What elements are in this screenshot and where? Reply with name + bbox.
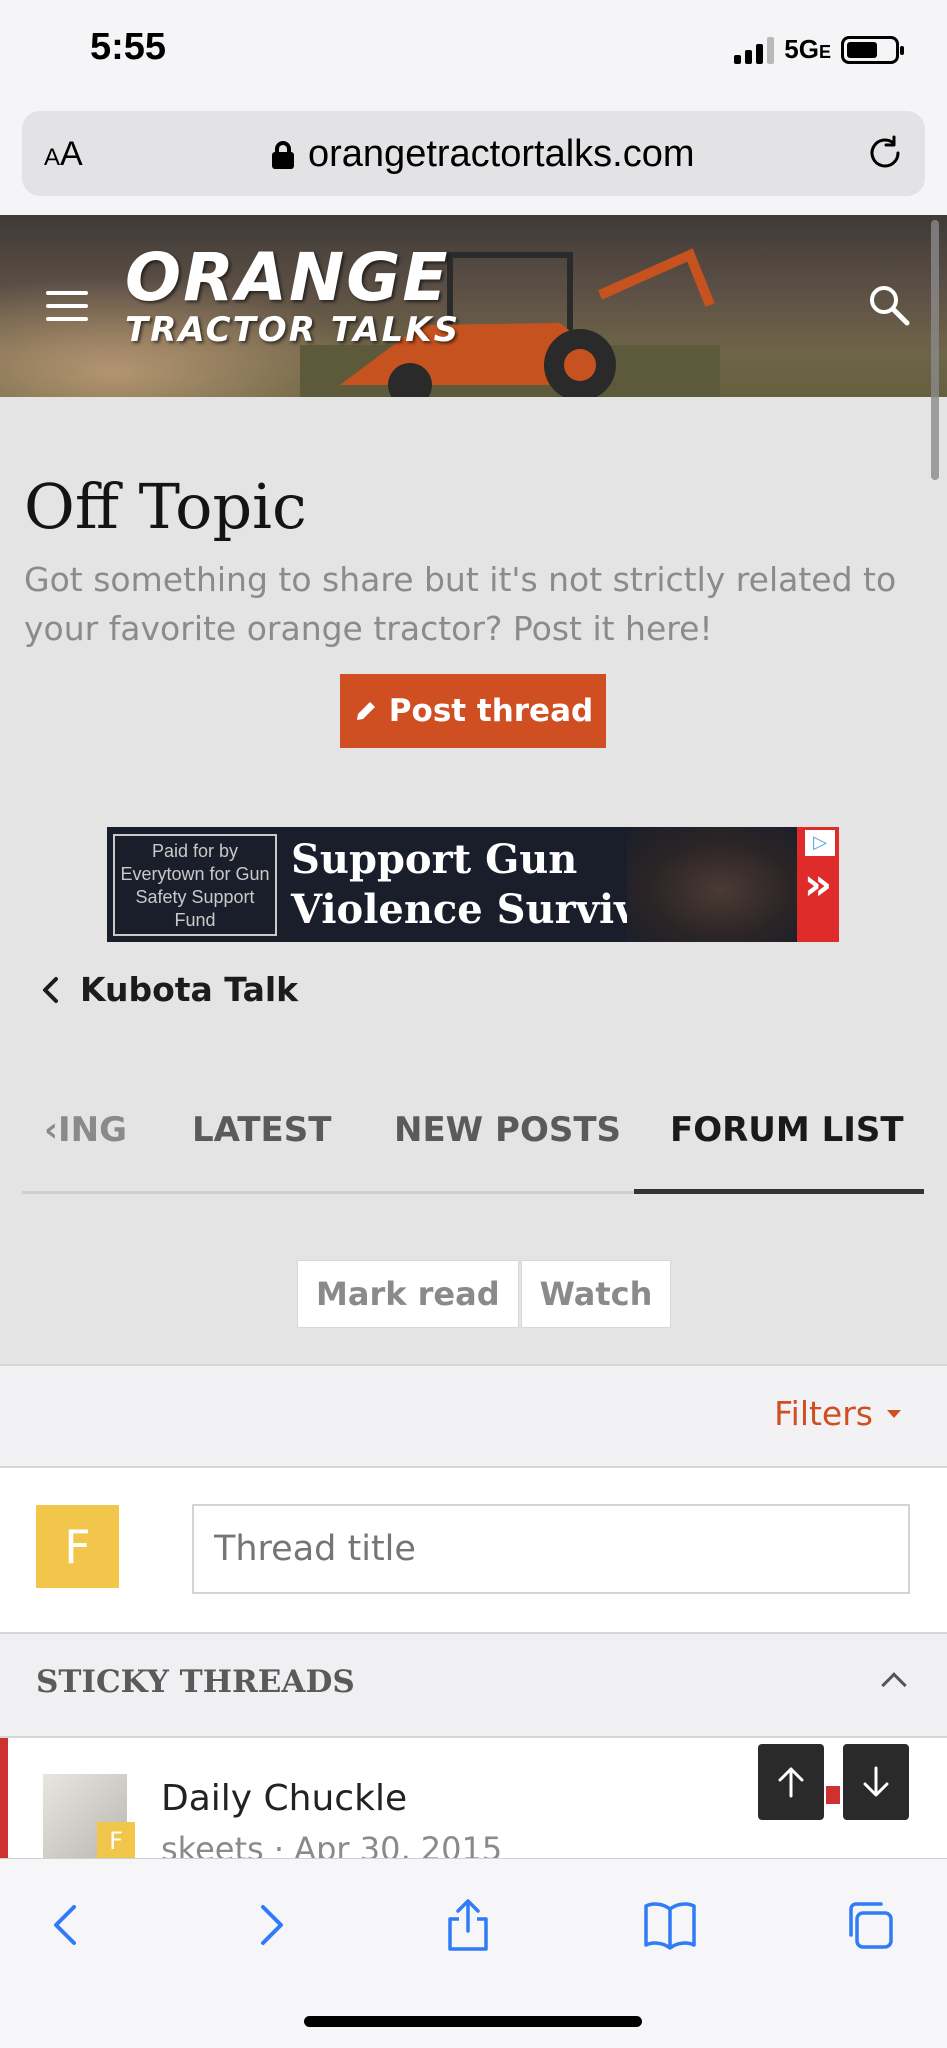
domain-text: orangetractortalks.com <box>308 133 695 175</box>
thread-author-avatar[interactable]: F <box>43 1774 135 1860</box>
site-logo[interactable]: ORANGE TRACTOR TALKS <box>125 245 460 348</box>
avatar[interactable]: F <box>36 1505 119 1588</box>
caret-down-icon <box>887 1409 901 1418</box>
share-icon[interactable] <box>440 1897 496 1953</box>
breadcrumb-parent: Kubota Talk <box>80 970 299 1009</box>
sticky-threads-header[interactable]: STICKY THREADS <box>0 1634 947 1738</box>
pin-icon <box>826 1786 840 1804</box>
tab-new-posts[interactable]: NEW POSTS <box>394 1110 621 1150</box>
reload-icon[interactable] <box>865 133 905 173</box>
forum-description: Got something to share but it's not stri… <box>24 560 897 648</box>
arrow-up-icon <box>778 1767 804 1798</box>
filter-bar: Filters <box>0 1364 947 1468</box>
tab-latest[interactable]: LATEST <box>192 1110 331 1150</box>
site-header: ORANGE TRACTOR TALKS <box>0 215 947 397</box>
avatar-badge: F <box>97 1822 135 1860</box>
mark-read-button[interactable]: Mark read <box>297 1260 519 1328</box>
scroll-top-button[interactable] <box>758 1744 824 1820</box>
post-thread-button[interactable]: Post thread <box>340 674 606 748</box>
battery-icon <box>841 35 904 64</box>
tab-forum-list[interactable]: FORUM LIST <box>670 1110 904 1150</box>
quick-thread-row: F <box>0 1468 947 1634</box>
chevron-left-icon <box>43 976 58 1003</box>
active-tab-indicator <box>634 1189 924 1194</box>
scroll-bottom-button[interactable] <box>843 1744 909 1820</box>
back-icon[interactable] <box>38 1897 94 1953</box>
page-title: Off Topic <box>24 470 307 543</box>
status-indicators: 5GE <box>734 34 904 65</box>
lock-icon <box>272 140 294 169</box>
thread-title[interactable]: Daily Chuckle <box>161 1778 407 1819</box>
menu-icon[interactable] <box>46 291 88 321</box>
status-bar: 5:55 5GE <box>0 0 947 105</box>
page-scrollbar[interactable] <box>931 220 939 480</box>
search-icon[interactable] <box>867 283 911 327</box>
watch-button[interactable]: Watch <box>520 1260 672 1328</box>
network-type: 5GE <box>784 34 831 64</box>
section-heading: STICKY THREADS <box>36 1664 355 1700</box>
adchoices-icon[interactable]: ▷ <box>805 830 835 856</box>
signal-icon <box>734 36 775 64</box>
tabs-icon[interactable] <box>843 1897 899 1953</box>
breadcrumb[interactable]: Kubota Talk <box>40 970 298 1009</box>
browser-address-area: AA orangetractortalks.com <box>0 105 947 215</box>
forum-tabs: ‹ING LATEST NEW POSTS FORUM LIST <box>22 1090 924 1194</box>
ad-photo <box>627 827 797 942</box>
tab-trending[interactable]: ‹ING <box>44 1110 127 1150</box>
address-bar[interactable]: AA orangetractortalks.com <box>22 111 925 196</box>
pencil-icon <box>356 702 375 720</box>
url-display[interactable]: orangetractortalks.com <box>272 133 695 176</box>
thread-title-input[interactable] <box>192 1504 910 1594</box>
ad-disclaimer: Paid for by Everytown for Gun Safety Sup… <box>113 833 277 936</box>
chevron-up-icon[interactable] <box>881 1672 907 1698</box>
arrow-down-icon <box>863 1766 889 1797</box>
forward-icon[interactable] <box>243 1897 299 1953</box>
forum-actions: Mark read Watch <box>297 1260 672 1328</box>
clock: 5:55 <box>90 26 167 68</box>
text-size-button[interactable]: AA <box>44 135 83 174</box>
bookmarks-icon[interactable] <box>642 1897 698 1953</box>
advertisement-banner[interactable]: Paid for by Everytown for Gun Safety Sup… <box>107 827 839 942</box>
home-indicator[interactable] <box>304 2016 642 2027</box>
filters-dropdown[interactable]: Filters <box>774 1394 901 1433</box>
